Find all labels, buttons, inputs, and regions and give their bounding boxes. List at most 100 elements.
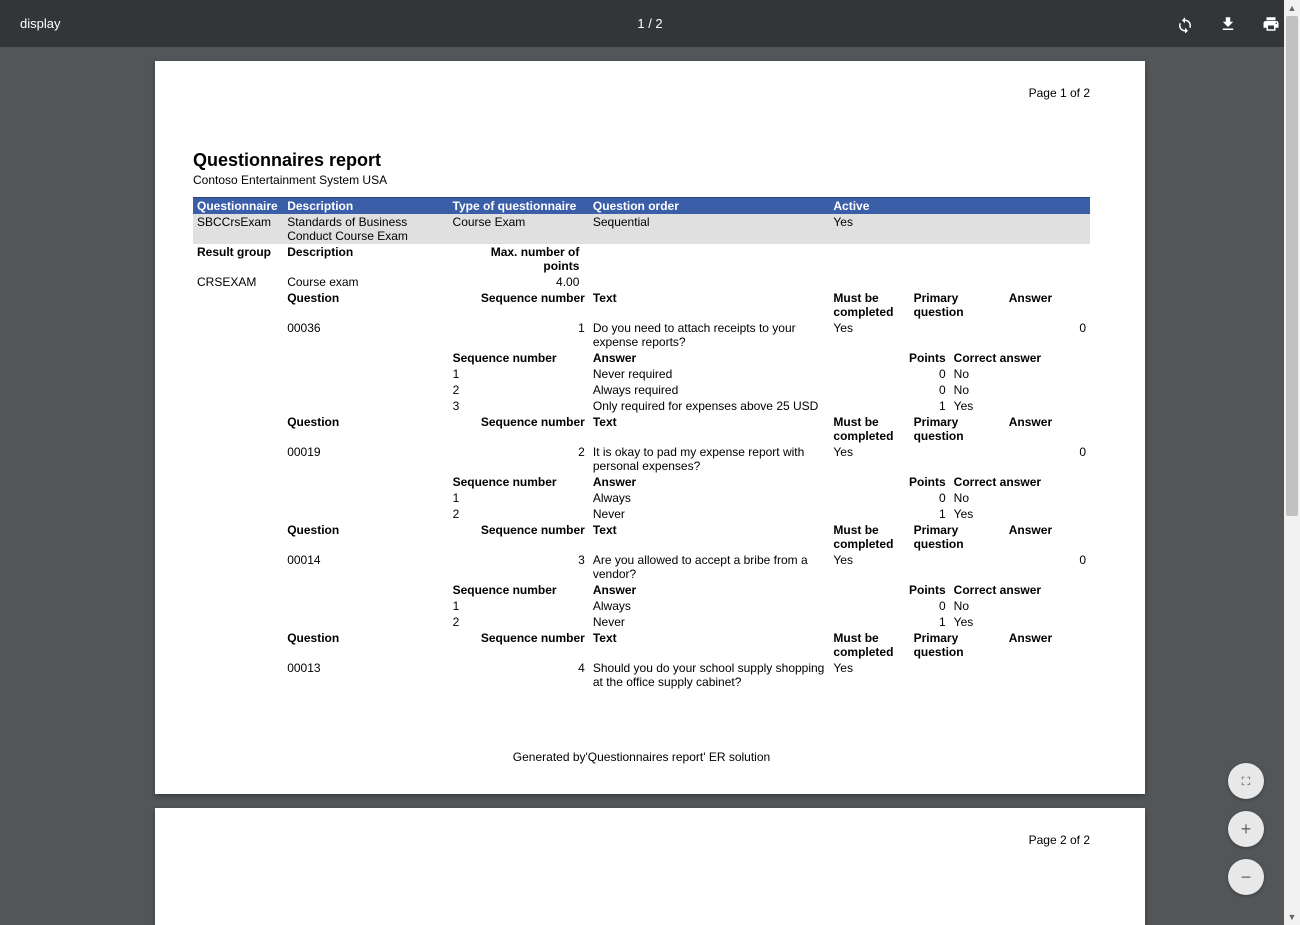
lbl-text: Text [589,414,830,444]
scroll-down-button[interactable]: ▼ [1284,909,1300,925]
pdf-viewer-toolbar: display 1 / 2 [0,0,1300,47]
question-primary [910,444,1005,474]
answer-row: 3Only required for expenses above 25 USD… [193,398,1090,414]
lbl-answer: Answer [1005,290,1090,320]
answer-text: Always required [589,382,900,398]
question-seq: 2 [449,444,589,474]
answer-correct: No [950,382,1090,398]
question-seq: 1 [449,320,589,350]
question-text: Should you do your school supply shoppin… [589,660,830,690]
lbl-correct: Correct answer [950,350,1090,366]
lbl-primary: Primary question [910,290,1005,320]
answer-correct: Yes [950,398,1090,414]
col-type: Type of questionnaire [449,198,589,215]
answer-text: Never [589,506,900,522]
answer-points: 0 [900,490,950,506]
answer-points: 1 [900,398,950,414]
lbl-max-points: Max. number of points [449,244,830,274]
download-button[interactable] [1219,15,1237,33]
answer-points: 0 [900,366,950,382]
answer-correct: No [950,366,1090,382]
col-active: Active [829,198,1090,215]
result-group-row: CRSEXAM Course exam 4.00 [193,274,1090,290]
rotate-button[interactable] [1176,15,1194,33]
answers-block: Sequence numberAnswerPointsCorrect answe… [193,474,1090,522]
lbl-must-complete: Must be completed [829,630,909,660]
zoom-in-button[interactable]: + [1228,811,1264,847]
answer-text: Always [589,490,900,506]
report-footer: Generated by'Questionnaires report' ER s… [193,750,1090,764]
fit-page-button[interactable] [1228,763,1264,799]
lbl-primary: Primary question [910,630,1005,660]
report-table: Questionnaire Description Type of questi… [193,197,1090,290]
answer-correct: No [950,598,1090,614]
question-seq: 4 [449,660,589,690]
fit-icon [1238,773,1254,789]
document-title: display [20,16,60,31]
lbl-primary: Primary question [910,414,1005,444]
question-answer: 0 [1005,552,1090,582]
question-header-row: QuestionSequence numberTextMust be compl… [193,522,1090,552]
answer-correct: Yes [950,614,1090,630]
result-group-id: CRSEXAM [193,274,283,290]
question-id: 00013 [283,660,448,690]
lbl-answer: Answer [1005,414,1090,444]
answer-points: 0 [900,598,950,614]
lbl-seqnum: Sequence number [449,350,589,366]
lbl-answer: Answer [1005,630,1090,660]
col-questionnaire: Questionnaire [193,198,283,215]
lbl-correct: Correct answer [950,582,1090,598]
zoom-controls: + − [1228,763,1264,895]
result-group-points: 4.00 [449,274,830,290]
questionnaire-active: Yes [829,214,1090,244]
question-id: 00019 [283,444,448,474]
lbl-primary: Primary question [910,522,1005,552]
answer-text: Never [589,614,900,630]
lbl-question: Question [283,414,448,444]
lbl-must-complete: Must be completed [829,414,909,444]
question-must-complete: Yes [829,444,909,474]
answers-header-row: Sequence numberAnswerPointsCorrect answe… [193,582,1090,598]
lbl-must-complete: Must be completed [829,290,909,320]
answer-seq: 1 [449,490,589,506]
lbl-text: Text [589,630,830,660]
answer-points: 1 [900,506,950,522]
answer-correct: Yes [950,506,1090,522]
plus-icon: + [1241,819,1252,840]
answer-seq: 2 [449,382,589,398]
question-block: QuestionSequence numberTextMust be compl… [193,630,1090,690]
lbl-result-group: Result group [193,244,283,274]
answer-text: Never required [589,366,900,382]
lbl-seqnum: Sequence number [449,582,589,598]
lbl-description: Description [283,244,448,274]
print-button[interactable] [1262,15,1280,33]
lbl-seqnum: Sequence number [449,474,589,490]
question-must-complete: Yes [829,660,909,690]
result-group-header: Result group Description Max. number of … [193,244,1090,274]
lbl-correct: Correct answer [950,474,1090,490]
scroll-up-button[interactable]: ▲ [1284,0,1300,16]
lbl-seqnum: Sequence number [449,522,589,552]
question-primary [910,320,1005,350]
document-viewport[interactable]: Page 1 of 2 Questionnaires report Contos… [0,47,1300,925]
scrollbar-thumb[interactable] [1286,16,1298,516]
answers-header-row: Sequence numberAnswerPointsCorrect answe… [193,474,1090,490]
col-description: Description [283,198,448,215]
lbl-points: Points [900,350,950,366]
answer-row: 1Never required0No [193,366,1090,382]
answers-block: Sequence numberAnswerPointsCorrect answe… [193,350,1090,414]
questions-container: QuestionSequence numberTextMust be compl… [193,290,1090,690]
report-title: Questionnaires report [193,150,1090,171]
col-order: Question order [589,198,830,215]
question-block: QuestionSequence numberTextMust be compl… [193,414,1090,474]
answer-seq: 1 [449,598,589,614]
question-row: 000143Are you allowed to accept a bribe … [193,552,1090,582]
page-1: Page 1 of 2 Questionnaires report Contos… [155,61,1145,794]
answer-row: 2Never1Yes [193,506,1090,522]
question-block: QuestionSequence numberTextMust be compl… [193,290,1090,350]
questionnaire-desc: Standards of Business Conduct Course Exa… [283,214,448,244]
answer-seq: 2 [449,614,589,630]
zoom-out-button[interactable]: − [1228,859,1264,895]
page-number-label: Page 1 of 2 [193,86,1090,100]
vertical-scrollbar[interactable]: ▲ ▼ [1284,0,1300,925]
